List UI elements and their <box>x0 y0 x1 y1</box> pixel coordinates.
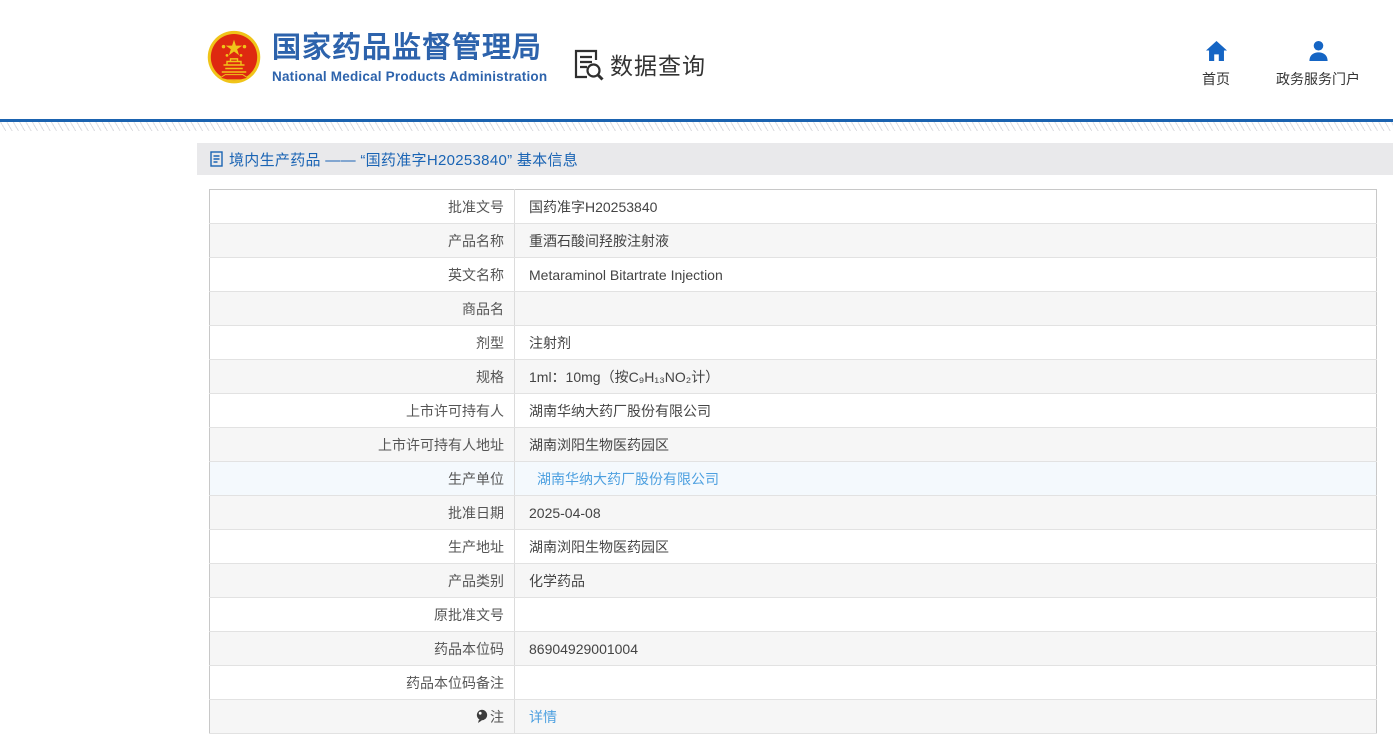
row-label: 商品名 <box>210 292 515 326</box>
table-row: 上市许可持有人湖南华纳大药厂股份有限公司 <box>210 394 1377 428</box>
table-row: 商品名 <box>210 292 1377 326</box>
table-row: 批准日期2025-04-08 <box>210 496 1377 530</box>
nav-gov-portal-label: 政务服务门户 <box>1276 69 1360 89</box>
table-row: 注详情 <box>210 700 1377 734</box>
table-row: 原批准文号 <box>210 598 1377 632</box>
row-value <box>515 666 1377 700</box>
row-label: 规格 <box>210 360 515 394</box>
row-value <box>515 598 1377 632</box>
section-title: 境内生产药品 —— “国药准字H20253840” 基本信息 <box>229 149 578 170</box>
org-name-cn: 国家药品监督管理局 <box>272 32 547 65</box>
nav-home-label: 首页 <box>1202 69 1230 89</box>
table-row: 药品本位码86904929001004 <box>210 632 1377 666</box>
row-value: 2025-04-08 <box>515 496 1377 530</box>
row-label: 原批准文号 <box>210 598 515 632</box>
note-details-link[interactable]: 详情 <box>529 709 557 725</box>
row-label: 产品名称 <box>210 224 515 258</box>
row-value: 化学药品 <box>515 564 1377 598</box>
row-label: 生产单位 <box>210 462 515 496</box>
table-row: 剂型注射剂 <box>210 326 1377 360</box>
data-search-home[interactable]: 数据查询 <box>569 46 706 82</box>
row-label: 生产地址 <box>210 530 515 564</box>
doc-search-icon <box>569 46 605 82</box>
org-names: 国家药品监督管理局 National Medical Products Admi… <box>272 32 547 83</box>
user-icon <box>1307 40 1330 62</box>
top-nav: 首页 政务服务门户 <box>1202 40 1360 89</box>
row-label: 药品本位码备注 <box>210 666 515 700</box>
row-value: 86904929001004 <box>515 632 1377 666</box>
row-value: Metaraminol Bitartrate Injection <box>515 258 1377 292</box>
row-value: 湖南华纳大药厂股份有限公司 <box>515 462 1377 496</box>
data-search-label: 数据查询 <box>610 47 706 81</box>
header-divider-hatch <box>0 122 1393 131</box>
table-row: 英文名称Metaraminol Bitartrate Injection <box>210 258 1377 292</box>
page-root: 国家药品监督管理局 National Medical Products Admi… <box>0 0 1393 737</box>
row-label: 上市许可持有人 <box>210 394 515 428</box>
row-label: 产品类别 <box>210 564 515 598</box>
national-emblem-icon <box>206 29 262 87</box>
document-icon <box>210 151 223 167</box>
manufacturer-link[interactable]: 湖南华纳大药厂股份有限公司 <box>537 471 719 487</box>
row-value: 注射剂 <box>515 326 1377 360</box>
row-value: 湖南浏阳生物医药园区 <box>515 530 1377 564</box>
home-icon <box>1205 40 1228 62</box>
site-logo[interactable]: 国家药品监督管理局 National Medical Products Admi… <box>206 29 547 87</box>
table-row: 药品本位码备注 <box>210 666 1377 700</box>
drug-info-table-body: 批准文号国药准字H20253840产品名称重酒石酸间羟胺注射液英文名称Metar… <box>210 190 1377 734</box>
org-name-en: National Medical Products Administration <box>272 69 547 84</box>
row-value: 详情 <box>515 700 1377 734</box>
table-row: 上市许可持有人地址湖南浏阳生物医药园区 <box>210 428 1377 462</box>
table-row: 批准文号国药准字H20253840 <box>210 190 1377 224</box>
row-value: 湖南浏阳生物医药园区 <box>515 428 1377 462</box>
nav-home[interactable]: 首页 <box>1202 40 1230 89</box>
row-value: 1ml：10mg（按C₉H₁₃NO₂计） <box>515 360 1377 394</box>
row-value <box>515 292 1377 326</box>
table-row: 产品名称重酒石酸间羟胺注射液 <box>210 224 1377 258</box>
row-label: 英文名称 <box>210 258 515 292</box>
note-balloon-icon <box>476 709 488 724</box>
drug-info-table-wrap: 批准文号国药准字H20253840产品名称重酒石酸间羟胺注射液英文名称Metar… <box>209 189 1377 734</box>
row-label: 上市许可持有人地址 <box>210 428 515 462</box>
row-label: 药品本位码 <box>210 632 515 666</box>
row-label: 注 <box>210 700 515 734</box>
row-label: 批准日期 <box>210 496 515 530</box>
table-row: 规格1ml：10mg（按C₉H₁₃NO₂计） <box>210 360 1377 394</box>
row-value: 重酒石酸间羟胺注射液 <box>515 224 1377 258</box>
table-row: 生产地址湖南浏阳生物医药园区 <box>210 530 1377 564</box>
section-title-bar: 境内生产药品 —— “国药准字H20253840” 基本信息 <box>197 143 1393 175</box>
row-label: 剂型 <box>210 326 515 360</box>
header: 国家药品监督管理局 National Medical Products Admi… <box>0 0 1393 119</box>
table-row: 产品类别化学药品 <box>210 564 1377 598</box>
row-value: 国药准字H20253840 <box>515 190 1377 224</box>
row-value: 湖南华纳大药厂股份有限公司 <box>515 394 1377 428</box>
nav-gov-portal[interactable]: 政务服务门户 <box>1276 40 1360 89</box>
row-label: 批准文号 <box>210 190 515 224</box>
drug-info-table: 批准文号国药准字H20253840产品名称重酒石酸间羟胺注射液英文名称Metar… <box>209 189 1377 734</box>
table-row: 生产单位 湖南华纳大药厂股份有限公司 <box>210 462 1377 496</box>
